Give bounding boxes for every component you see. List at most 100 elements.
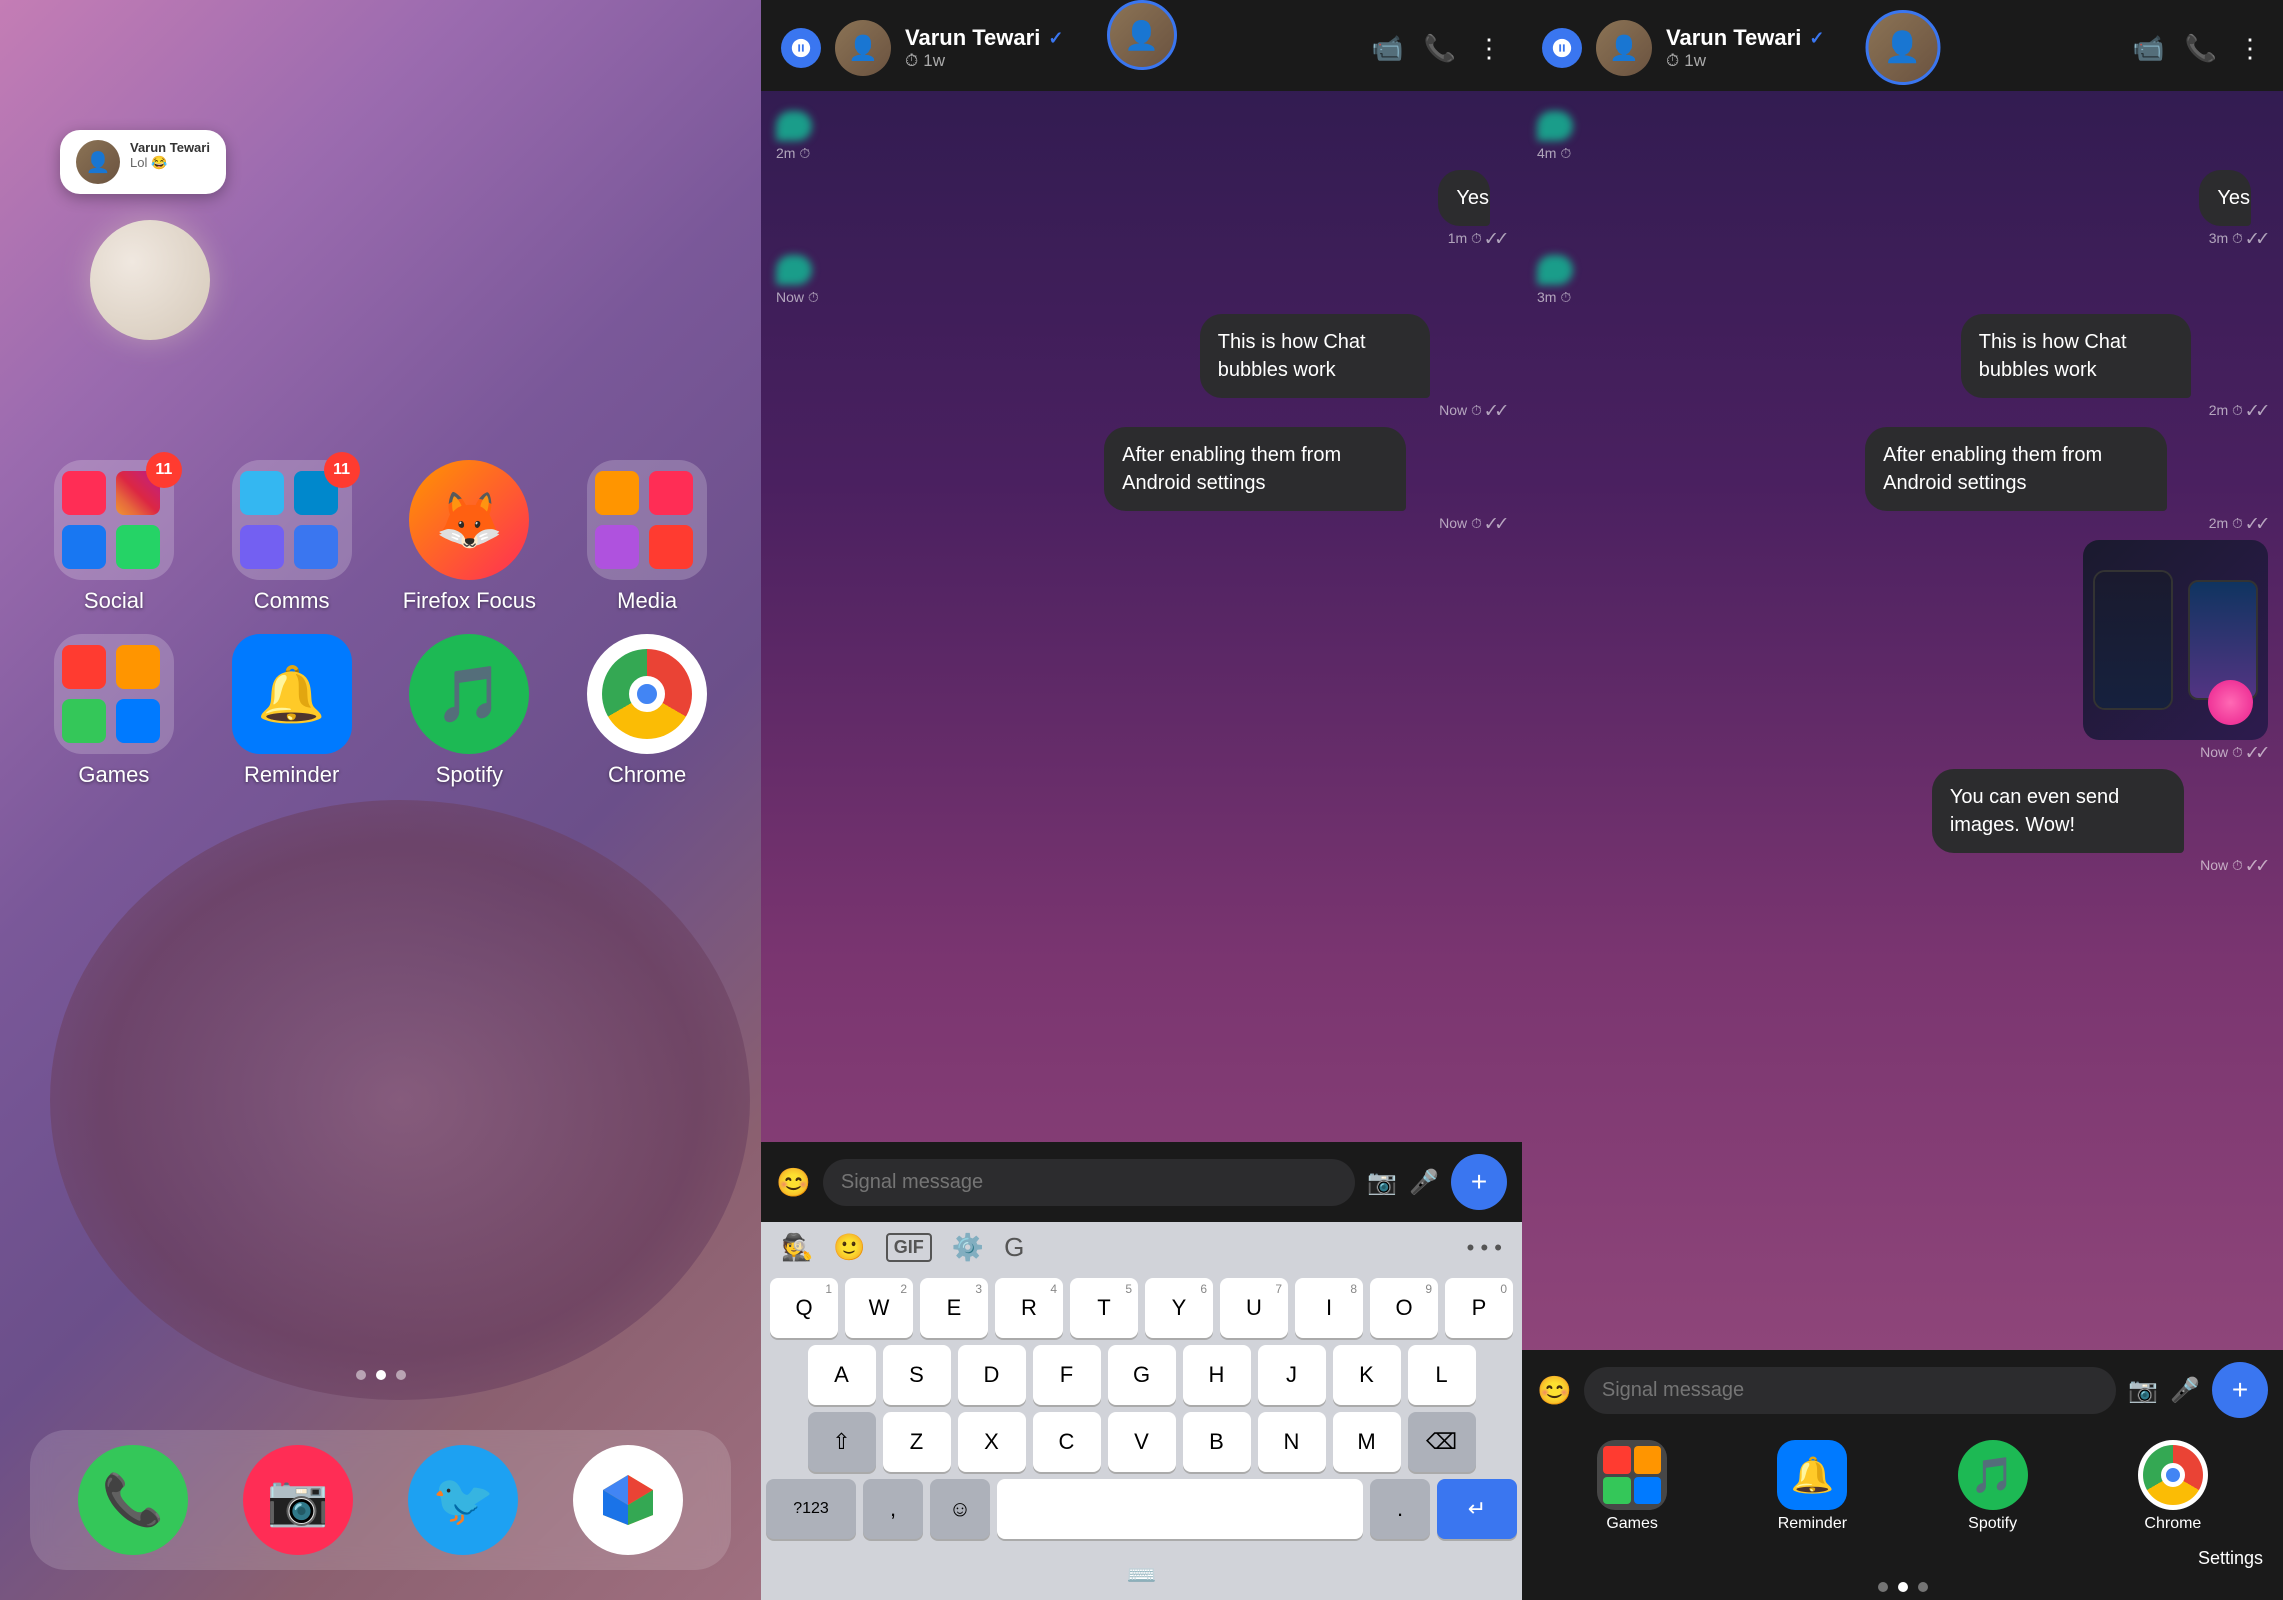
media-label: Media	[617, 588, 677, 614]
key-comma[interactable]: ,	[863, 1479, 923, 1539]
key-emoji[interactable]: ☺	[930, 1479, 990, 1539]
key-i[interactable]: 8I	[1295, 1278, 1363, 1338]
right-more-options-button[interactable]: ⋮	[2237, 33, 2263, 64]
key-w[interactable]: 2W	[845, 1278, 913, 1338]
right-chat-bubble[interactable]: 👤	[1865, 10, 1940, 85]
key-b[interactable]: B	[1183, 1412, 1251, 1472]
firefox-icon[interactable]: 🦊 Firefox Focus	[386, 460, 554, 614]
key-u[interactable]: 7U	[1220, 1278, 1288, 1338]
chat-bubble-indicator[interactable]: 👤	[1107, 0, 1177, 70]
key-e[interactable]: 3E	[920, 1278, 988, 1338]
reminder-icon[interactable]: 🔔 Reminder	[208, 634, 376, 788]
key-k[interactable]: K	[1333, 1345, 1401, 1405]
spotify-icon[interactable]: 🎵 Spotify	[386, 634, 554, 788]
voice-call-button[interactable]: 📞	[1424, 33, 1456, 64]
key-f[interactable]: F	[1033, 1345, 1101, 1405]
key-shift[interactable]: ⇧	[808, 1412, 876, 1472]
right-voice-call-button[interactable]: 📞	[2185, 33, 2217, 64]
right-dock-reminder[interactable]: 🔔 Reminder	[1777, 1440, 1847, 1533]
camera-button[interactable]: 📷	[1367, 1168, 1397, 1197]
key-numbers[interactable]: ?123	[766, 1479, 856, 1539]
notif-name: Varun Tewari	[130, 140, 210, 155]
key-c[interactable]: C	[1033, 1412, 1101, 1472]
key-j[interactable]: J	[1258, 1345, 1326, 1405]
blurred-message-1	[776, 111, 812, 141]
key-enter[interactable]: ↵	[1437, 1479, 1517, 1539]
right-time-2: 3m ⏱	[1537, 289, 1573, 306]
right-video-call-button[interactable]: 📹	[2132, 33, 2164, 64]
keyboard: 1Q 2W 3E 4R 5T 6Y 7U 8I 9O 0P A S D F G …	[761, 1273, 1522, 1551]
kb-sticker-icon[interactable]: 🙂	[833, 1232, 865, 1263]
right-message-chat-bubbles: This is how Chat bubbles work 2m ⏱ ✓✓	[1961, 314, 2268, 419]
chrome-label: Chrome	[608, 762, 686, 788]
dock-twitter[interactable]: 🐦	[408, 1445, 518, 1555]
media-folder[interactable]: Media	[563, 460, 731, 614]
notif-text: Varun Tewari Lol 😂	[130, 140, 210, 171]
key-n[interactable]: N	[1258, 1412, 1326, 1472]
dock-maps[interactable]	[573, 1445, 683, 1555]
right-message-input[interactable]	[1584, 1367, 2116, 1414]
msg-time-1: 2m ⏱	[776, 145, 812, 162]
right-camera-button[interactable]: 📷	[2128, 1376, 2158, 1405]
right-mic-button[interactable]: 🎤	[2170, 1376, 2200, 1405]
kb-settings-icon[interactable]: ⚙️	[952, 1232, 984, 1263]
key-d[interactable]: D	[958, 1345, 1026, 1405]
games-folder[interactable]: Games	[30, 634, 198, 788]
key-q[interactable]: 1Q	[770, 1278, 838, 1338]
key-v[interactable]: V	[1108, 1412, 1176, 1472]
key-space[interactable]	[997, 1479, 1363, 1539]
left-homescreen: 👤 Varun Tewari Lol 😂 11 Social	[0, 0, 761, 1600]
key-l[interactable]: L	[1408, 1345, 1476, 1405]
message-input[interactable]	[823, 1159, 1355, 1206]
key-a[interactable]: A	[808, 1345, 876, 1405]
chrome-icon[interactable]: Chrome	[563, 634, 731, 788]
comms-folder[interactable]: 11 Comms	[208, 460, 376, 614]
chat-contact-avatar: 👤	[835, 20, 891, 76]
key-backspace[interactable]: ⌫	[1408, 1412, 1476, 1472]
key-m[interactable]: M	[1333, 1412, 1401, 1472]
key-t[interactable]: 5T	[1070, 1278, 1138, 1338]
key-p[interactable]: 0P	[1445, 1278, 1513, 1338]
nav-keyboard-icon[interactable]: ⌨️	[1127, 1561, 1157, 1590]
enabling-text: After enabling them from Android setting…	[1104, 427, 1406, 511]
video-call-button[interactable]: 📹	[1371, 33, 1403, 64]
right-chat-bubble-text: This is how Chat bubbles work	[1961, 314, 2191, 398]
key-o[interactable]: 9O	[1370, 1278, 1438, 1338]
right-dock-chrome[interactable]: Chrome	[2138, 1440, 2208, 1533]
key-h[interactable]: H	[1183, 1345, 1251, 1405]
notif-avatar: 👤	[76, 140, 120, 184]
key-s[interactable]: S	[883, 1345, 951, 1405]
send-button[interactable]: +	[1451, 1154, 1507, 1210]
key-g[interactable]: G	[1108, 1345, 1176, 1405]
key-y[interactable]: 6Y	[1145, 1278, 1213, 1338]
mic-button[interactable]: 🎤	[1409, 1168, 1439, 1197]
games-label: Games	[78, 762, 149, 788]
key-x[interactable]: X	[958, 1412, 1026, 1472]
key-z[interactable]: Z	[883, 1412, 951, 1472]
kb-more-button[interactable]: • • •	[1467, 1235, 1502, 1261]
notification-bubble[interactable]: 👤 Varun Tewari Lol 😂	[60, 130, 226, 194]
social-folder[interactable]: 11 Social	[30, 460, 198, 614]
right-emoji-button[interactable]: 😊	[1537, 1374, 1572, 1407]
dock-camera[interactable]: 📷	[243, 1445, 353, 1555]
chat-input-bar: 😊 📷 🎤 +	[761, 1142, 1522, 1222]
right-dock-games[interactable]: Games	[1597, 1440, 1667, 1533]
emoji-button[interactable]: 😊	[776, 1166, 811, 1199]
kb-spy-icon[interactable]: 🕵️	[781, 1232, 813, 1263]
msg-time-yes: 1m ⏱ ✓✓	[1438, 230, 1507, 247]
settings-label[interactable]: Settings	[2198, 1548, 2263, 1569]
message-received-1: 2m ⏱	[776, 111, 812, 162]
right-dock-spotify[interactable]: 🎵 Spotify	[1958, 1440, 2028, 1533]
keyboard-row-bottom: ?123 , ☺ . ↵	[766, 1479, 1517, 1539]
right-image-message: Now ⏱ ✓✓	[2083, 540, 2268, 761]
dock-phone[interactable]: 📞	[78, 1445, 188, 1555]
key-period[interactable]: .	[1370, 1479, 1430, 1539]
right-send-button[interactable]: +	[2212, 1362, 2268, 1418]
kb-gif-button[interactable]: GIF	[886, 1233, 932, 1262]
firefox-label: Firefox Focus	[403, 588, 536, 614]
kb-translate-icon[interactable]: G	[1004, 1232, 1024, 1263]
more-options-button[interactable]: ⋮	[1476, 33, 1502, 64]
right-chat-panel: 👤 👤 Varun Tewari ✓ ⏱ 1w 📹 📞 ⋮	[1522, 0, 2283, 1600]
key-r[interactable]: 4R	[995, 1278, 1063, 1338]
right-chrome-label: Chrome	[2144, 1515, 2201, 1533]
